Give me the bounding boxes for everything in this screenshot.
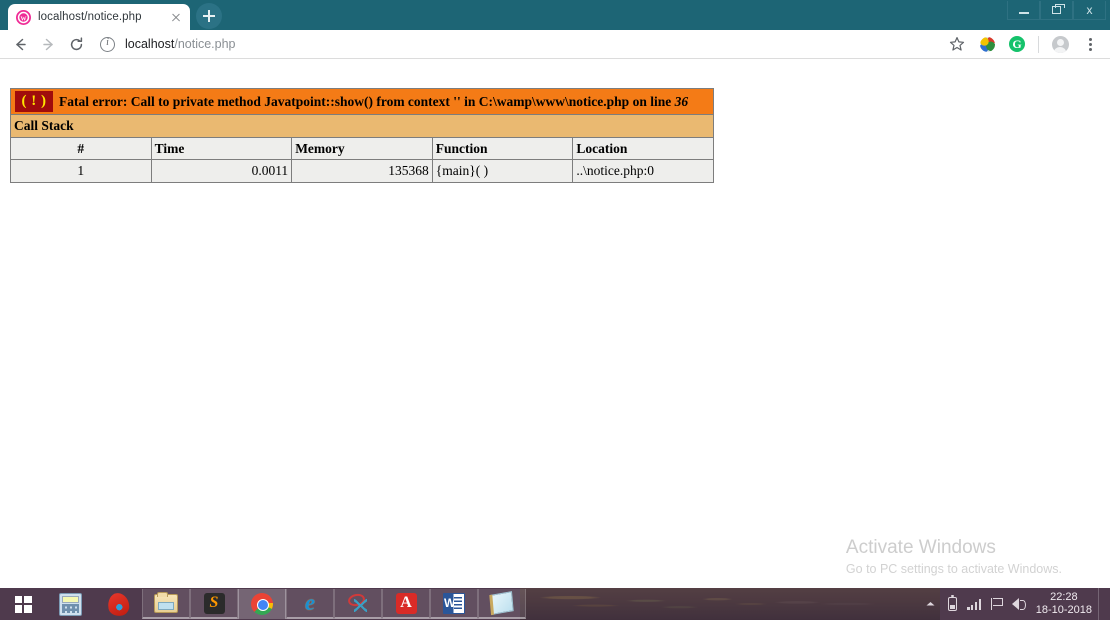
microsoft-word-icon: W [443,592,465,614]
file-explorer-icon [154,591,178,613]
tray-volume-icon[interactable] [1008,588,1030,620]
taskbar-item-notepad[interactable] [478,589,526,619]
column-header-location: Location [572,136,714,161]
grammarly-extension-icon[interactable]: G [1003,30,1031,58]
adobe-acrobat-icon: A [395,592,417,614]
error-headline-cell: ( ! ) Fatal error: Call to private metho… [10,88,714,115]
error-message: Fatal error: Call to private method Java… [53,92,688,112]
taskbar-item-microsoft-word[interactable]: W [430,589,478,619]
xdebug-error-table: ( ! ) Fatal error: Call to private metho… [10,88,714,183]
url-host: localhost [125,37,175,51]
show-desktop-button[interactable] [1098,588,1104,620]
tray-expand-chevron-icon[interactable] [920,588,942,620]
page-viewport: ( ! ) Fatal error: Call to private metho… [0,59,1110,588]
taskbar-item-google-chrome[interactable] [238,589,286,619]
browser-toolbar: localhost/notice.php G [0,30,1110,59]
forward-button[interactable] [34,30,62,58]
comodo-dragon-icon [106,591,130,617]
activate-windows-title: Activate Windows [845,537,996,559]
taskbar-item-calculator[interactable] [46,589,94,619]
cell-memory: 135368 [291,159,433,183]
globe-extension-icon[interactable] [973,30,1001,58]
notepad-icon [490,591,514,615]
error-line-number: 36 [674,93,689,109]
taskbar-item-comodo-dragon[interactable] [94,589,142,619]
internet-explorer-icon: e [304,589,316,615]
tab-strip: W localhost/notice.php x [0,0,1110,30]
column-header-time: Time [150,136,293,161]
call-stack-label: Call Stack [10,114,714,138]
clock-time: 22:28 [1050,591,1078,604]
call-stack-row: Call Stack [10,114,714,138]
browser-tab[interactable]: W localhost/notice.php [8,4,190,30]
cell-function: {main}( ) [431,159,574,183]
site-info-icon[interactable] [100,36,115,52]
tray-network-signal-icon[interactable] [964,588,986,620]
cell-location: ..\notice.php:0 [572,159,714,183]
column-header-num: # [10,136,152,161]
wamp-favicon: W [16,9,31,25]
tab-title: localhost/notice.php [38,11,142,23]
restore-button[interactable] [1040,1,1073,20]
error-headline-row: ( ! ) Fatal error: Call to private metho… [10,88,714,115]
chrome-menu-button[interactable] [1076,30,1104,58]
windows-logo-icon [14,595,32,613]
close-window-label: x [1086,3,1093,17]
profile-avatar[interactable] [1046,30,1074,58]
cell-num: 1 [10,159,152,183]
close-tab-icon[interactable] [168,9,184,25]
cell-time: 0.0011 [150,159,293,183]
call-stack-header-row: # Time Memory Function Location [10,136,714,161]
back-button[interactable] [6,30,34,58]
snipping-tool-icon [346,592,370,614]
taskbar-item-sublime-text[interactable]: S [190,589,238,619]
svg-text:W: W [21,16,27,22]
activate-windows-watermark: Activate Windows Go to PC settings to ac… [846,536,1062,576]
calculator-icon [58,592,82,616]
tray-action-center-icon[interactable] [986,588,1008,620]
tray-battery-icon[interactable] [942,588,964,620]
error-message-text: Fatal error: Call to private method Java… [59,93,675,109]
window-controls: x [1007,1,1106,20]
start-button[interactable] [0,588,46,620]
three-dot-menu-icon [1088,37,1092,51]
reload-button[interactable] [62,30,90,58]
address-bar[interactable]: localhost/notice.php [92,31,943,57]
toolbar-divider [1038,35,1039,53]
taskbar-item-snipping-tool[interactable] [334,589,382,619]
taskbar-background-image [520,588,940,620]
clock-date: 18-10-2018 [1035,604,1092,616]
grammarly-letter: G [1009,36,1025,52]
activate-windows-subtitle: Go to PC settings to activate Windows. [845,562,1062,576]
new-tab-button[interactable] [196,3,222,29]
bookmark-star-icon[interactable] [943,30,971,58]
close-window-button[interactable]: x [1073,1,1106,20]
url-path: /notice.php [174,37,236,51]
taskbar-item-adobe-acrobat[interactable]: A [382,589,430,619]
system-tray: 22:28 18-10-2018 [920,588,1110,620]
taskbar-clock[interactable]: 22:28 18-10-2018 [1036,591,1092,616]
toolbar-right-actions: G [943,30,1104,58]
error-badge-icon: ( ! ) [15,91,53,112]
sublime-text-icon: S [203,592,225,614]
tab-strip-padding [0,0,8,30]
column-header-function: Function [431,136,574,161]
column-header-memory: Memory [291,136,433,161]
minimize-button[interactable] [1007,1,1040,20]
browser-window: W localhost/notice.php x i localhost /no… [0,0,1110,588]
taskbar-item-internet-explorer[interactable]: e [286,589,334,619]
chrome-icon [251,593,273,615]
call-stack-data-row: 1 0.0011 135368 {main}( ) ..\notice.php:… [10,159,714,183]
windows-taskbar: S e A W 22:28 18-10-2018 [0,588,1110,620]
taskbar-item-file-explorer[interactable] [142,589,190,619]
